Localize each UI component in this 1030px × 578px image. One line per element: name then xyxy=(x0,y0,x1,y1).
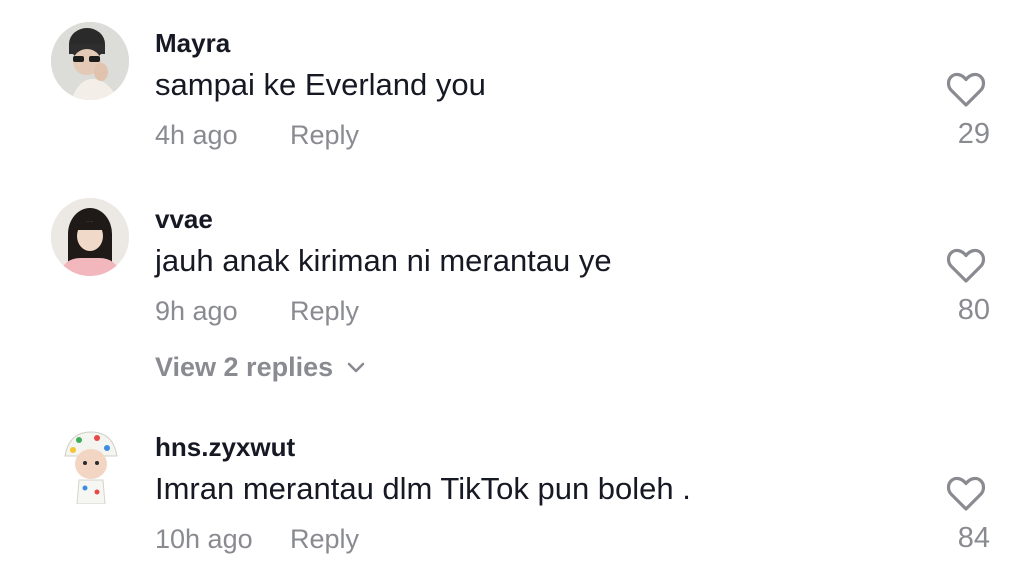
view-replies-label: View 2 replies xyxy=(155,352,334,382)
comment-timestamp: 10h ago xyxy=(155,524,253,554)
like-button[interactable] xyxy=(946,476,986,512)
like-count: 80 xyxy=(957,294,990,326)
user-avatar-beanie-icon xyxy=(51,22,129,100)
user-avatar-girl-icon xyxy=(51,198,129,276)
comment-timestamp: 4h ago xyxy=(155,120,238,150)
view-replies-button[interactable]: View 2 replies xyxy=(155,352,365,383)
avatar[interactable] xyxy=(51,426,129,504)
like-button[interactable] xyxy=(946,248,986,284)
avatar[interactable] xyxy=(51,22,129,100)
heart-icon xyxy=(946,476,986,511)
chevron-down-icon xyxy=(347,362,365,372)
reply-button[interactable]: Reply xyxy=(290,120,359,151)
reply-button[interactable]: Reply xyxy=(290,296,359,327)
like-count: 29 xyxy=(957,118,990,150)
reply-button[interactable]: Reply xyxy=(290,524,359,555)
like-button[interactable] xyxy=(946,72,986,108)
comment-timestamp: 9h ago xyxy=(155,296,238,326)
comment-username[interactable]: vvae xyxy=(155,204,213,235)
like-count: 84 xyxy=(957,522,990,554)
avatar[interactable] xyxy=(51,198,129,276)
comment-text: jauh anak kiriman ni merantau ye xyxy=(155,243,612,278)
comment-username[interactable]: hns.zyxwut xyxy=(155,432,295,463)
heart-icon xyxy=(946,248,986,283)
user-avatar-baby-icon xyxy=(51,426,129,504)
heart-icon xyxy=(946,72,986,107)
comment-text: sampai ke Everland you xyxy=(155,67,486,102)
comment-username[interactable]: Mayra xyxy=(155,28,230,59)
comment-text: Imran merantau dlm TikTok pun boleh . xyxy=(155,471,691,506)
